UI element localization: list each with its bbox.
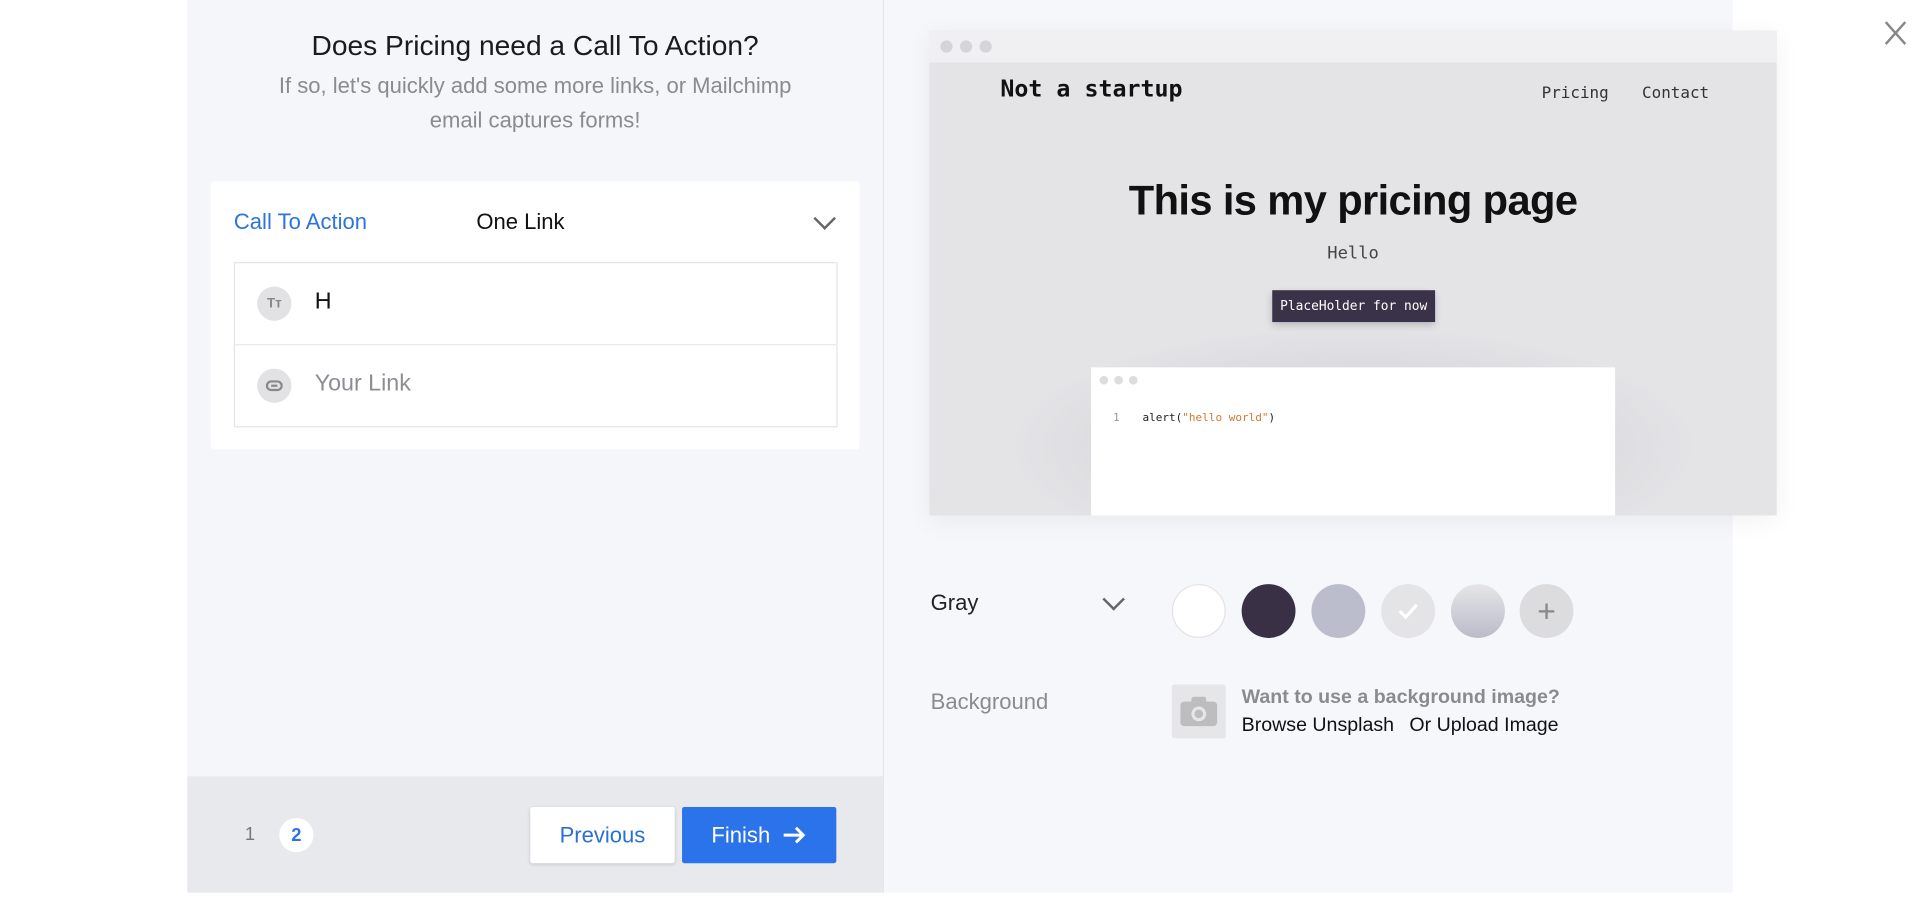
window-dot <box>960 40 973 53</box>
preview-subheading: Hello <box>1327 243 1379 264</box>
divider <box>233 344 838 346</box>
page-preview: Not a startup Pricing Contact This is my… <box>929 30 1777 516</box>
background-label: Background <box>930 689 1049 714</box>
background-image-button[interactable] <box>1171 684 1226 739</box>
page-subtitle: If so, let's quickly add some more links… <box>187 69 883 138</box>
close-icon <box>1884 21 1907 45</box>
code-line: alert("hello world") <box>1142 413 1275 425</box>
browse-unsplash-link[interactable]: Browse Unsplash <box>1242 715 1394 737</box>
subtitle-line: If so, let's quickly add some more links… <box>278 73 792 98</box>
previous-button[interactable]: Previous <box>530 806 675 864</box>
link-url-input[interactable] <box>314 371 805 398</box>
close-button[interactable] <box>1882 17 1909 49</box>
background-prompt: Want to use a background image? <box>1241 686 1560 708</box>
swatch-white[interactable] <box>1171 584 1226 638</box>
link-icon <box>257 368 292 403</box>
swatch-gradient[interactable] <box>1451 584 1505 638</box>
cta-type-select[interactable]: One Link <box>476 209 564 235</box>
preview-titlebar <box>929 30 1777 63</box>
cta-label: Call To Action <box>233 209 368 234</box>
preview-nav-contact: Contact <box>1642 84 1710 103</box>
code-close: ) <box>1268 412 1276 425</box>
finish-button[interactable]: Finish <box>682 806 837 864</box>
page-title: Does Pricing need a Call To Action? <box>311 29 759 62</box>
camera-icon <box>1180 696 1218 727</box>
swatch-light-gray-selected[interactable] <box>1381 584 1436 638</box>
window-dot <box>979 40 992 53</box>
code-line-number: 1 <box>1113 412 1120 425</box>
finish-label: Finish <box>711 822 771 847</box>
arrow-right-icon <box>783 826 806 844</box>
theme-select[interactable]: Gray <box>931 590 979 616</box>
check-icon <box>1398 603 1418 620</box>
add-swatch-button[interactable]: + <box>1519 584 1574 638</box>
preview-nav-pricing: Pricing <box>1541 84 1609 103</box>
subtitle-line: email captures forms! <box>429 107 641 133</box>
page-2[interactable]: 2 <box>279 817 314 853</box>
plus-icon: + <box>1537 592 1556 629</box>
page-1[interactable]: 1 <box>245 824 255 845</box>
preview-brand: Not a startup <box>1000 75 1183 103</box>
preview-cta-button: PlaceHolder for now <box>1272 290 1436 323</box>
code-string: "hello world" <box>1182 412 1269 425</box>
preview-heading: This is my pricing page <box>1128 177 1578 225</box>
window-dot <box>940 40 953 53</box>
preview-code-block: 1 alert("hello world") <box>1091 367 1616 516</box>
upload-image-link[interactable]: Or Upload Image <box>1409 715 1558 737</box>
link-text-input[interactable] <box>314 288 805 316</box>
window-dot <box>1128 375 1138 385</box>
swatch-lavender-gray[interactable] <box>1311 584 1366 638</box>
code-fn: alert( <box>1142 412 1183 425</box>
swatch-dark[interactable] <box>1241 584 1296 638</box>
window-dot <box>1114 375 1123 385</box>
text-icon: Tт <box>257 286 292 321</box>
window-dot <box>1099 375 1109 385</box>
